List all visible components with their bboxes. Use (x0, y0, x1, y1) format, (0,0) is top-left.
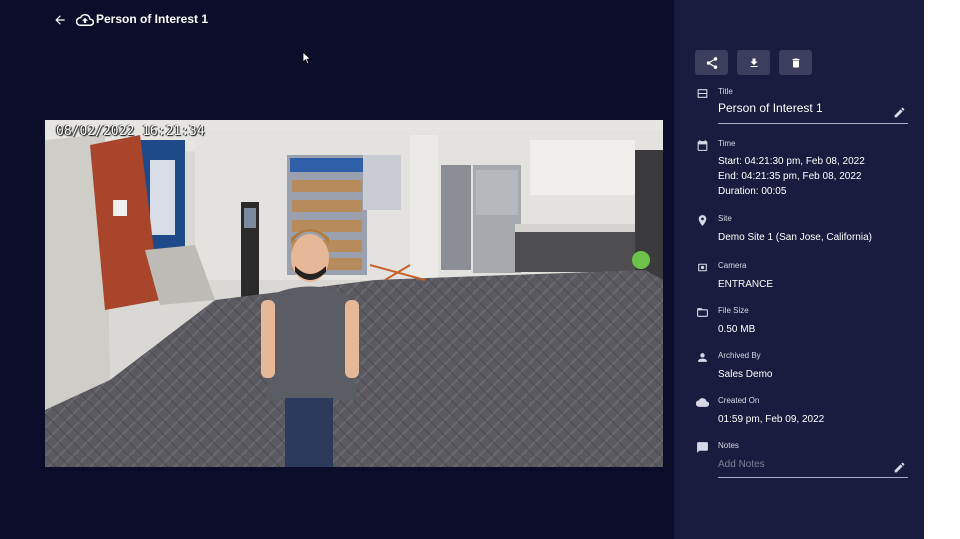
video-timestamp: 08/02/2022 16:21:34 (56, 124, 205, 139)
back-button[interactable] (50, 10, 70, 30)
calendar-icon (697, 140, 708, 151)
time-start: Start: 04:21:30 pm, Feb 08, 2022 (718, 156, 865, 167)
time-field: Time Start: 04:21:30 pm, Feb 08, 2022 En… (696, 139, 908, 199)
filesize-value: 0.50 MB (718, 324, 756, 335)
notes-input[interactable] (718, 459, 888, 470)
edit-title-icon[interactable] (893, 106, 906, 119)
notes-label: Notes (718, 441, 739, 450)
edit-notes-icon[interactable] (893, 461, 906, 474)
archived-field: Archived By Sales Demo (696, 351, 908, 383)
title-icon (697, 89, 708, 98)
title-field: Title Person of Interest 1 (696, 87, 908, 127)
action-bar (695, 50, 812, 75)
delete-button[interactable] (779, 50, 812, 75)
mouse-cursor-icon (302, 51, 312, 65)
folder-icon (697, 308, 708, 317)
cloud-upload-icon (696, 398, 709, 407)
details-panel: Title Person of Interest 1 Time Start: 0… (674, 0, 924, 539)
notes-underline (718, 477, 908, 478)
archived-value: Sales Demo (718, 369, 773, 380)
filesize-field: File Size 0.50 MB (696, 306, 908, 338)
share-button[interactable] (695, 50, 728, 75)
created-label: Created On (718, 396, 760, 405)
title-value[interactable]: Person of Interest 1 (718, 101, 823, 115)
notes-icon (697, 442, 708, 453)
download-icon (750, 58, 757, 67)
page-title: Person of Interest 1 (96, 12, 209, 26)
download-button[interactable] (737, 50, 770, 75)
arrow-left-icon (55, 15, 65, 25)
trash-icon (792, 58, 799, 67)
video-player[interactable]: 08/02/2022 16:21:34 (45, 120, 663, 467)
location-icon (698, 215, 707, 226)
share-icon (706, 56, 717, 69)
camera-label: Camera (718, 261, 747, 270)
title-label: Title (718, 87, 733, 96)
camera-value: ENTRANCE (718, 279, 774, 290)
created-value: 01:59 pm, Feb 09, 2022 (718, 414, 825, 425)
site-value: Demo Site 1 (San Jose, California) (718, 232, 872, 243)
camera-icon (698, 263, 707, 272)
top-bar: Person of Interest 1 (0, 0, 674, 40)
cloud-upload-icon (76, 14, 94, 27)
video-frame (45, 120, 663, 467)
title-underline (718, 123, 908, 124)
right-edge-strip (924, 0, 960, 539)
camera-field: Camera ENTRANCE (696, 261, 908, 293)
archived-label: Archived By (718, 351, 761, 360)
time-end: End: 04:21:35 pm, Feb 08, 2022 (718, 171, 862, 182)
person-icon (698, 353, 707, 362)
time-label: Time (718, 139, 736, 148)
site-field: Site Demo Site 1 (San Jose, California) (696, 214, 908, 246)
notes-field: Notes (696, 441, 908, 483)
filesize-label: File Size (718, 306, 749, 315)
site-label: Site (718, 214, 732, 223)
time-duration: Duration: 00:05 (718, 186, 787, 197)
created-field: Created On 01:59 pm, Feb 09, 2022 (696, 396, 908, 428)
